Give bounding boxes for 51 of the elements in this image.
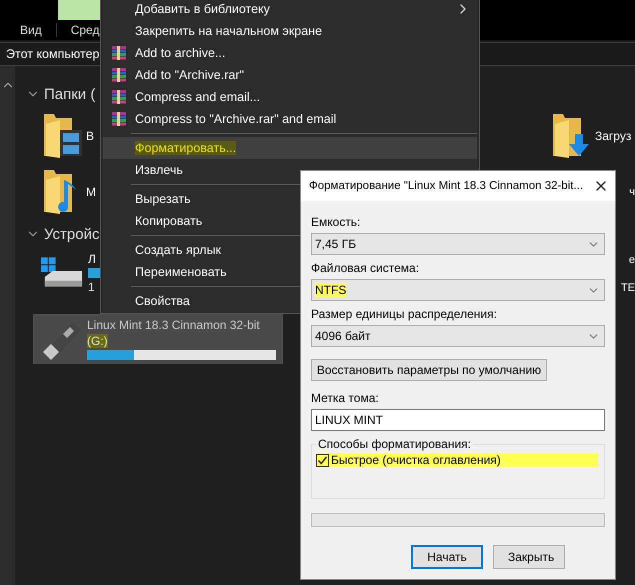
address-path: Этот компьютер [6,47,100,61]
dropdown[interactable]: NTFS [311,279,605,301]
menu-item-label: Compress and email... [135,90,260,104]
section-title: Папки ( [44,86,96,102]
section-title: Устройс [44,226,100,242]
menu-item-label: Add to archive... [135,46,226,60]
folder-name[interactable]: В [86,129,94,143]
dialog-button[interactable]: Начать [411,545,483,569]
restore-defaults-button[interactable]: Восстановить параметры по умолчанию [311,359,547,381]
folder-name[interactable]: М [86,185,96,199]
menu-item-label: Извлечь [135,163,183,177]
drive-letter: (G:) [87,334,108,348]
download-folder-icon [551,112,591,160]
field-label: Метка тома: [311,391,380,405]
volume-label-field[interactable]: LINUX MINT [311,409,605,431]
menu-item[interactable]: Добавить в библиотеку [103,0,477,20]
archive-books-icon [111,89,127,105]
group-title: Способы форматирования: [317,437,472,451]
menu-item[interactable]: Форматировать... [103,137,477,159]
archive-books-icon [111,67,127,83]
video-folder-icon [42,112,82,160]
menu-item-label: Compress to "Archive.rar" and email [135,112,336,126]
checkbox[interactable] [316,454,329,466]
ribbon-tab[interactable]: Вид [6,23,56,37]
dropdown[interactable]: 4096 байт [311,325,605,347]
menu-item[interactable]: Add to archive... [103,42,477,64]
menu-item[interactable]: Compress to "Archive.rar" and email [103,108,477,130]
field-label: Файловая система: [311,261,420,275]
contextual-tab-header [58,0,100,20]
dropdown[interactable]: 7,45 ГБ [311,233,605,255]
menu-item-label: Добавить в библиотеку [135,2,270,16]
archive-books-icon [111,111,127,127]
drive-size: 1 [88,280,95,294]
menu-item[interactable]: Add to "Archive.rar" [103,64,477,86]
field-label: Емкость: [311,215,362,229]
partial-text: ч [629,186,635,198]
menu-item-label: Add to "Archive.rar" [135,68,244,82]
partial-text: е [628,254,635,266]
partial-text: ТЕ [620,282,635,294]
menu-item-label: Форматировать... [135,141,236,155]
drive-tile[interactable]: Linux Mint 18.3 Cinnamon 32-bit (G:) [33,314,283,364]
menu-item-label: Вырезать [135,192,191,206]
drive-name: Linux Mint 18.3 Cinnamon 32-bit [87,318,261,332]
archive-books-icon [111,45,127,61]
dialog-title: Форматирование "Linux Mint 18.3 Cinnamon 32-bit... [309,180,584,192]
menu-item[interactable]: Compress and email... [103,86,477,108]
quick-format-checkbox[interactable]: Быстрое (очистка оглавления) [316,453,598,467]
dialog-button[interactable]: Закрыть [493,545,565,569]
folder-name[interactable]: Загруз [595,129,632,143]
field-label: Размер единицы распределения: [311,307,498,321]
menu-item-label: Закрепить на начальном экране [135,24,322,38]
